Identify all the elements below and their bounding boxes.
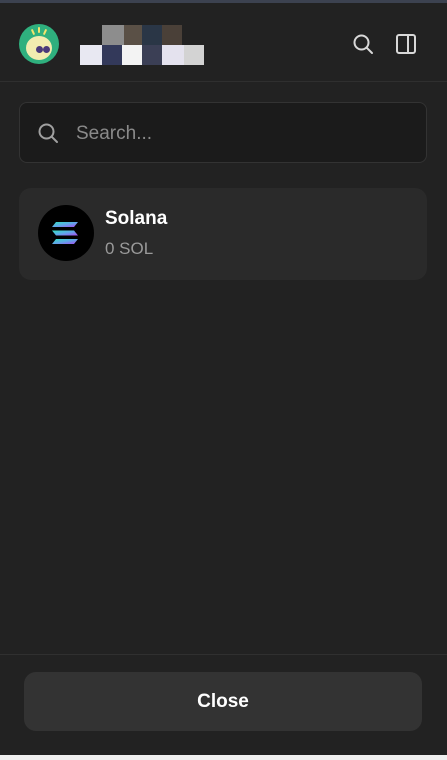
solana-logo-icon <box>38 205 94 261</box>
sidebar-panel-icon[interactable] <box>395 33 417 55</box>
footer-divider <box>0 654 447 655</box>
account-name-redacted <box>80 23 210 67</box>
close-button[interactable]: Close <box>24 672 422 731</box>
search-field[interactable] <box>19 102 427 163</box>
search-input[interactable] <box>74 117 408 151</box>
token-name: Solana <box>105 208 168 229</box>
ghost-avatar-icon[interactable] <box>19 24 59 64</box>
header <box>0 6 447 82</box>
token-picker-window: Solana 0 SOL Close <box>0 0 447 760</box>
token-list-item-solana[interactable]: Solana 0 SOL <box>19 188 427 280</box>
bottom-edge <box>0 755 447 760</box>
token-balance: 0 SOL <box>105 239 154 258</box>
search-icon[interactable] <box>352 33 374 55</box>
search-icon <box>37 122 59 144</box>
